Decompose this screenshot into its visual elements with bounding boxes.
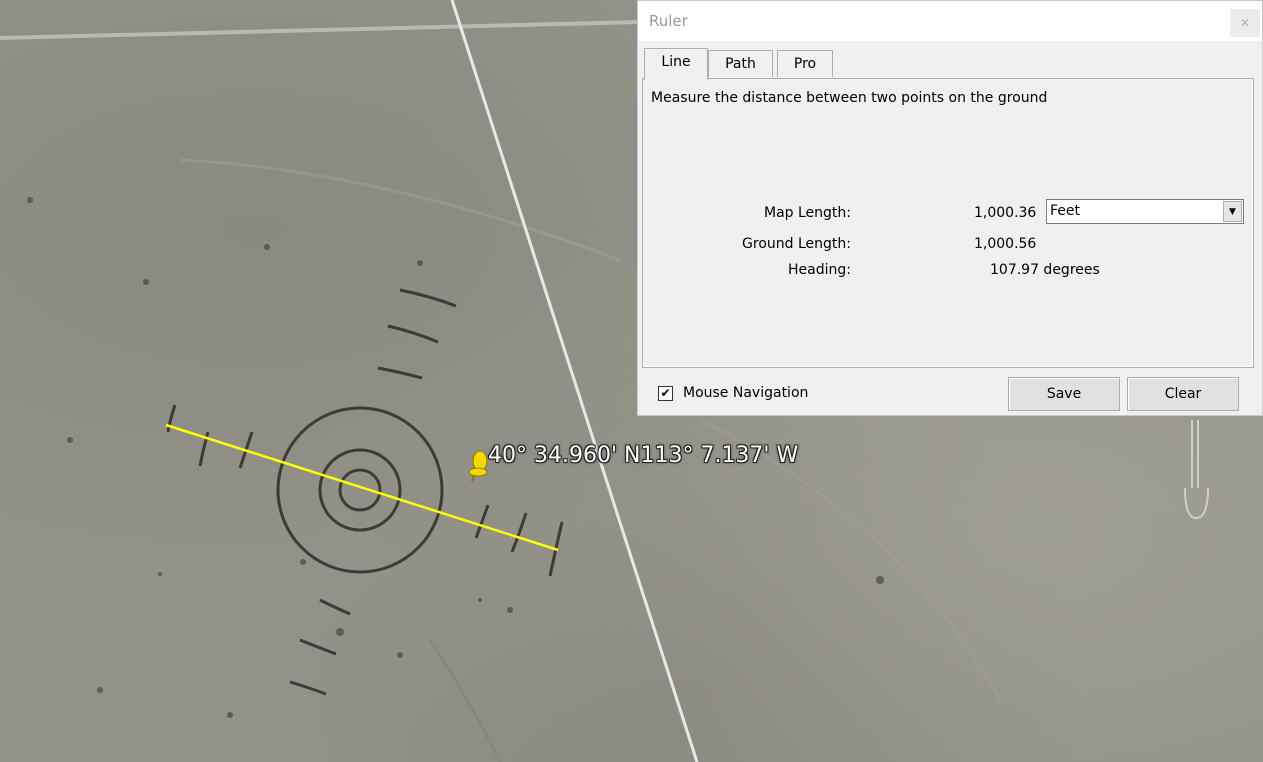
tab-panel-line: Measure the distance between two points …	[642, 78, 1254, 368]
ground-length-value: 1,000.56	[974, 236, 1037, 252]
pushpin-icon[interactable]	[468, 450, 488, 483]
chevron-down-icon[interactable]: ▼	[1223, 201, 1242, 222]
dirt-road	[179, 158, 621, 262]
dirt-track	[429, 639, 501, 762]
tab-line[interactable]: Line	[644, 48, 708, 80]
heading-label: Heading:	[788, 262, 851, 278]
mouse-navigation-label: Mouse Navigation	[683, 385, 809, 401]
dialog-titlebar[interactable]: Ruler ✕	[638, 1, 1262, 41]
map-length-label: Map Length:	[763, 205, 851, 221]
dirt-road	[0, 20, 641, 40]
unit-select-value: Feet	[1050, 203, 1081, 219]
close-icon[interactable]: ✕	[1230, 9, 1260, 37]
unit-select[interactable]: Feet ▼	[1046, 199, 1244, 224]
heading-value: 107.97 degrees	[990, 262, 1100, 278]
tab-path[interactable]: Path	[708, 50, 773, 77]
ruler-dialog: Ruler ✕ Line Path Pro Measure the distan…	[637, 0, 1263, 416]
dialog-title: Ruler	[649, 12, 688, 30]
ruler-description: Measure the distance between two points …	[651, 90, 1048, 106]
mouse-navigation-checkbox[interactable]: ✔	[658, 386, 673, 401]
clear-button[interactable]: Clear	[1127, 377, 1239, 411]
ground-length-label: Ground Length:	[742, 236, 851, 252]
tab-pro[interactable]: Pro	[777, 50, 833, 77]
map-length-value: 1,000.36	[974, 205, 1037, 221]
placemark-coordinate-label: 40° 34.960' N113° 7.137' W	[488, 443, 799, 468]
save-button[interactable]: Save	[1008, 377, 1120, 411]
ground-target	[166, 288, 564, 696]
zoom-slider-icon[interactable]	[1184, 420, 1209, 520]
